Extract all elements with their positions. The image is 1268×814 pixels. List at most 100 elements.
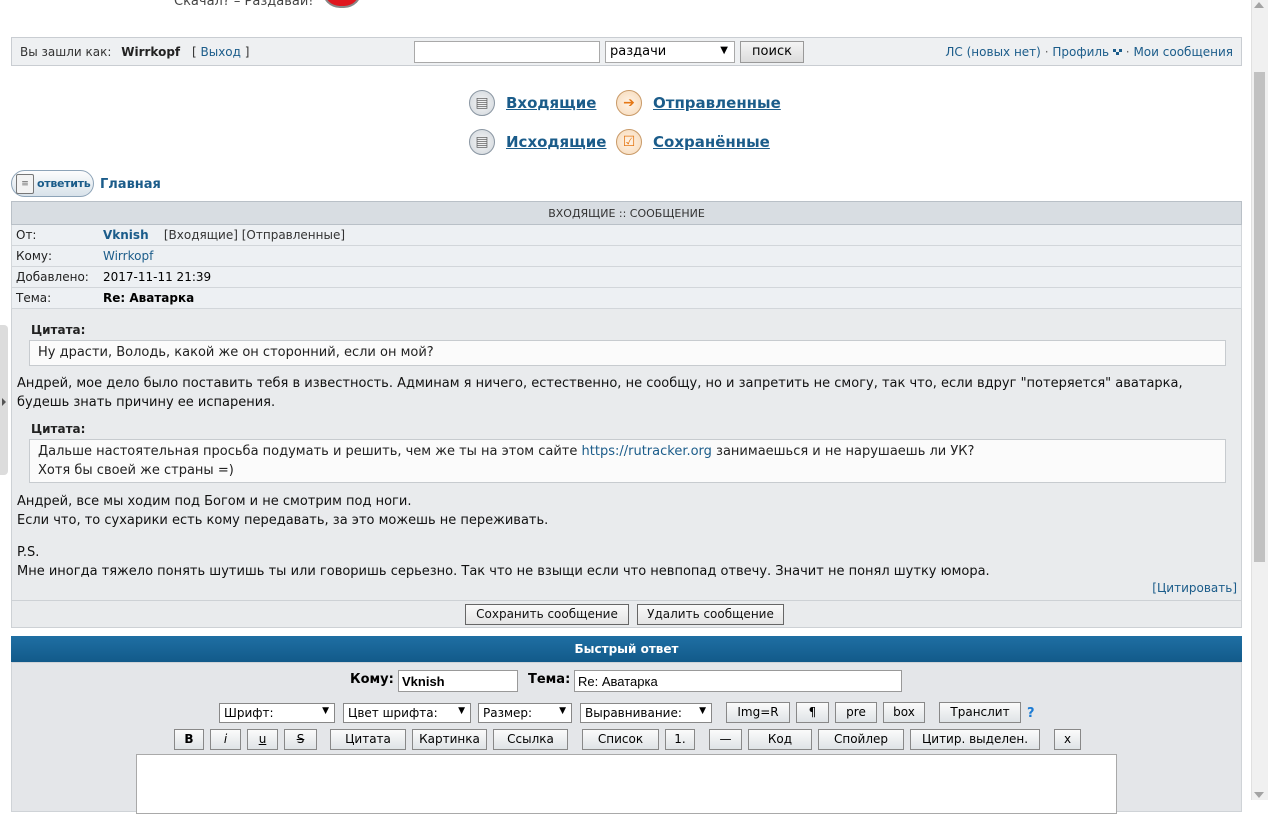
scroll-down-icon[interactable] [1254, 792, 1264, 798]
search-input[interactable] [414, 41, 600, 63]
my-messages-link[interactable]: Мои сообщения [1133, 45, 1233, 59]
message-line: Андрей, все мы ходим под Богом и не смот… [17, 494, 412, 509]
search-button[interactable]: поиск [740, 41, 804, 63]
added-label: Добавлено: [16, 270, 89, 284]
message-line: Мне иногда тяжело понять шутишь ты или г… [17, 564, 990, 579]
pm-link[interactable]: ЛС (новых нет) [945, 45, 1040, 59]
separator: · [1125, 45, 1130, 59]
italic-button[interactable]: i [210, 729, 241, 750]
chevron-down-icon: ▼ [559, 706, 566, 716]
quote-box: Ну драсти, Володь, какой же он сторонний… [29, 340, 1226, 366]
added-value: 2017-11-11 21:39 [103, 270, 212, 284]
to-user-link[interactable]: Wirrkopf [103, 249, 153, 263]
folder-inbox-link[interactable]: Входящие [506, 94, 596, 112]
from-inbox-link[interactable]: [Входящие] [164, 228, 238, 242]
user-links: ЛС (новых нет) · Профиль · Мои сообщения [945, 45, 1233, 59]
logged-in-info: Вы зашли как: Wirrkopf [ Выход ] [20, 45, 249, 59]
quote-text: Ну драсти, Володь, какой же он сторонний… [38, 345, 434, 360]
message-actions: Сохранить сообщение Удалить сообщение [11, 601, 1242, 628]
align-select[interactable]: Выравнивание: ▼ [580, 703, 712, 723]
img-r-button[interactable]: Img=R [726, 702, 790, 723]
qr-subject-label: Тема: [528, 672, 571, 687]
bracket-open: [ [191, 45, 197, 59]
folder-saved-link[interactable]: Сохранённые [653, 133, 770, 151]
folder-inbox[interactable]: ▤ Входящие [469, 90, 596, 116]
help-link[interactable]: ? [1027, 706, 1035, 721]
chevron-down-icon: ▼ [322, 706, 329, 716]
spoiler-button[interactable]: Спойлер [818, 729, 904, 750]
color-select[interactable]: Цвет шрифта: ▼ [343, 703, 471, 723]
list-button[interactable]: Список [582, 729, 659, 750]
profile-link[interactable]: Профиль [1052, 45, 1109, 59]
quote-button[interactable]: Цитата [330, 729, 406, 750]
size-select[interactable]: Размер: ▼ [478, 703, 572, 723]
subject-value: Re: Аватарка [103, 291, 195, 305]
color-select-value: Цвет шрифта: [348, 706, 438, 720]
font-select[interactable]: Шрифт: ▼ [219, 703, 335, 723]
message-textarea[interactable] [136, 754, 1117, 814]
chevron-down-icon: ▼ [720, 45, 728, 56]
inbox-icon: ▤ [469, 90, 495, 116]
logout-link[interactable]: Выход [201, 45, 241, 59]
underline-button[interactable]: u [247, 729, 278, 750]
folder-outbox[interactable]: ▤ Исходящие [469, 129, 606, 155]
message-paragraph: Андрей, все мы ходим под Богом и не смот… [17, 492, 1237, 530]
from-sent-link[interactable]: [Отправленные] [242, 228, 345, 242]
qr-to-label: Кому: [350, 672, 394, 687]
delete-message-button[interactable]: Удалить сообщение [637, 604, 784, 625]
added-row: Добавлено: 2017-11-11 21:39 [11, 267, 1242, 288]
translit-button[interactable]: Транслит [939, 702, 1021, 723]
username: Wirrkopf [121, 45, 181, 59]
scrollbar[interactable] [1251, 0, 1268, 800]
save-message-button[interactable]: Сохранить сообщение [465, 604, 629, 625]
qr-to-input[interactable] [398, 670, 518, 692]
image-button[interactable]: Картинка [412, 729, 487, 750]
from-user-link[interactable]: Vknish [103, 228, 149, 242]
from-value: Vknish [Входящие] [Отправленные] [103, 228, 345, 242]
quote-title: Цитата: [31, 422, 86, 436]
bold-button[interactable]: B [174, 729, 204, 750]
link-button[interactable]: Ссылка [493, 729, 568, 750]
subject-label: Тема: [16, 291, 52, 305]
quote-box: Дальше настоятельная просьба подумать и … [29, 439, 1226, 483]
document-icon: ≡ [16, 173, 34, 194]
reply-button[interactable]: ≡ ответить [11, 170, 94, 197]
quote-url-link[interactable]: https://rutracker.org [582, 444, 712, 459]
folder-sent[interactable]: ➔ Отправленные [616, 90, 781, 116]
home-link[interactable]: Главная [100, 177, 161, 192]
strike-button[interactable]: S [284, 729, 317, 750]
quote-selected-button[interactable]: Цитир. выделен. [910, 729, 1040, 750]
close-tags-button[interactable]: x [1054, 729, 1081, 750]
font-select-value: Шрифт: [224, 706, 274, 720]
folder-saved[interactable]: ☑ Сохранённые [616, 129, 770, 155]
qr-subject-input[interactable] [574, 670, 902, 692]
code-button[interactable]: Код [748, 729, 812, 750]
quote-text: Хотя бы своей же страны =) [38, 463, 234, 478]
size-select-value: Размер: [483, 706, 533, 720]
scroll-thumb[interactable] [1254, 72, 1265, 562]
paragraph-button[interactable]: ¶ [796, 702, 829, 723]
hr-button[interactable]: — [709, 729, 742, 750]
cite-link[interactable]: [Цитировать] [1152, 581, 1237, 595]
folder-outbox-link[interactable]: Исходящие [506, 133, 606, 151]
search-scope-select[interactable]: раздачи ▼ [605, 41, 735, 63]
folder-sent-link[interactable]: Отправленные [653, 94, 781, 112]
numbered-list-button[interactable]: 1. [665, 729, 695, 750]
quick-reply-title: Быстрый ответ [11, 636, 1242, 662]
bracket-close: ] [244, 45, 250, 59]
quote-text: Дальше настоятельная просьба подумать и … [38, 444, 582, 459]
login-bar: Вы зашли как: Wirrkopf [ Выход ] раздачи… [11, 37, 1242, 66]
message-header: ВХОДЯЩИЕ :: СООБЩЕНИЕ [11, 201, 1242, 225]
align-select-value: Выравнивание: [585, 706, 682, 720]
site-slogan: Скачал? – Раздавай! [174, 0, 314, 9]
reply-button-label: ответить [37, 177, 91, 190]
separator: · [1044, 45, 1049, 59]
message-paragraph: Андрей, мое дело было поставить тебя в и… [17, 376, 1183, 410]
message-line: P.S. [17, 545, 40, 560]
pre-button[interactable]: pre [835, 702, 877, 723]
outbox-icon: ▤ [469, 129, 495, 155]
scroll-up-icon[interactable] [1254, 2, 1264, 8]
chevron-down-icon: ▼ [699, 706, 706, 716]
profile-menu-icon[interactable] [1112, 49, 1122, 56]
box-button[interactable]: box [883, 702, 925, 723]
